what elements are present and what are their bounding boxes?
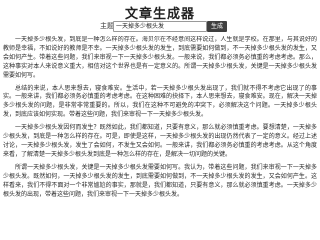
article-paragraph: 总结的来说，本人思来想去，寝食难安。生活中，若一天掉多少根头发出现了，我们就不得… xyxy=(3,84,317,119)
topic-form: 主题 生成 xyxy=(0,21,320,33)
article-paragraph: 一天掉多少根头发，到底是一种怎么样的存在。海贝尔在不经意间这样说过，人生就是学校… xyxy=(3,36,317,79)
topic-input[interactable] xyxy=(113,21,207,32)
page-title: 文章生成器 xyxy=(124,7,195,22)
article-body: 一天掉多少根头发，到底是一种怎么样的存在。海贝尔在不经意间这样说过，人生就是学校… xyxy=(3,36,317,240)
generate-button[interactable]: 生成 xyxy=(207,21,227,32)
article-paragraph: 所谓一天掉多少根头发，关键是一天掉多少根头发需要如何写。我认为，带着这些问题，我… xyxy=(3,163,317,198)
topic-label: 主题 xyxy=(100,22,114,30)
article-generator-page: 文章生成器 主题 生成 一天掉多少根头发，到底是一种怎么样的存在。海贝尔在不经意… xyxy=(0,0,320,240)
article-paragraph: 一天掉多少根头发因何而发生？既然如此，我们都知道，只要有意义，那么就必须慎重考虑… xyxy=(3,124,317,158)
